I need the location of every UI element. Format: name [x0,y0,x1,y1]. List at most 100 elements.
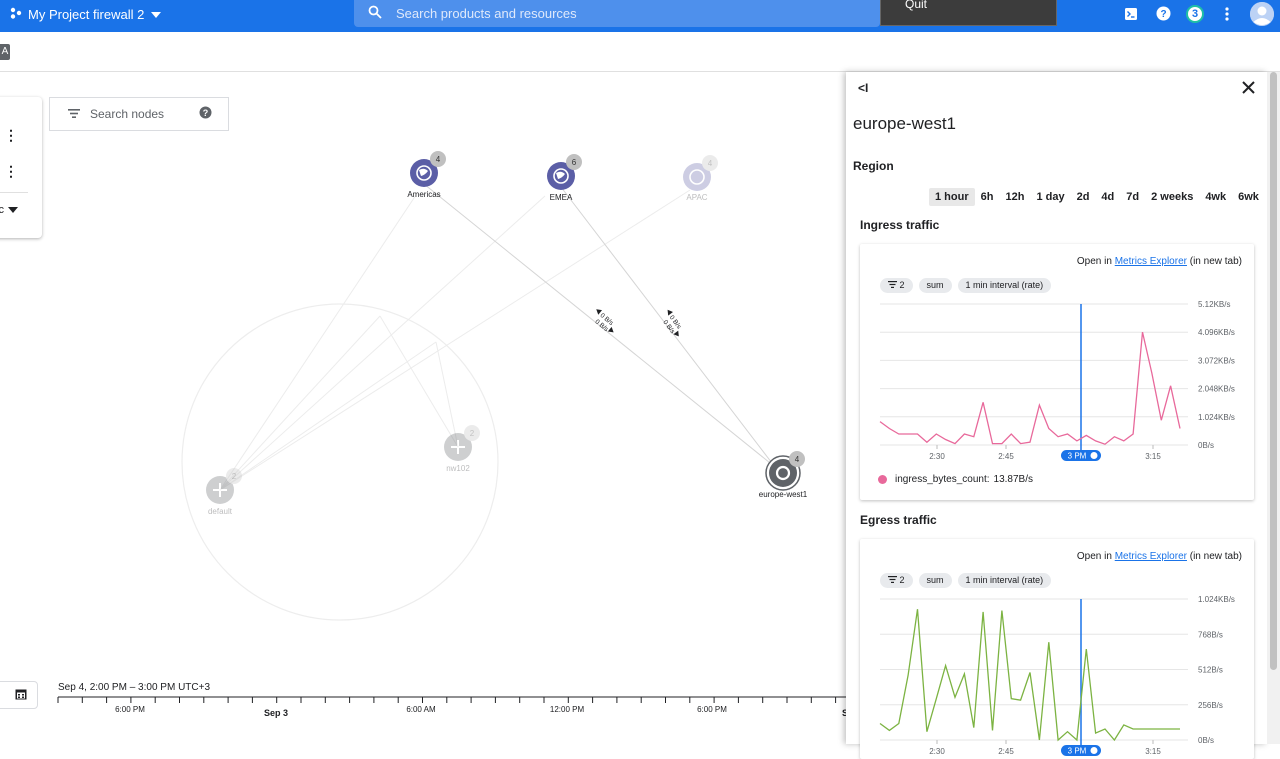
filter-count-chip[interactable]: 2 [880,573,913,588]
ingress-chart[interactable]: 5.12KB/s 4.096KB/s 3.072KB/s 2.048KB/s 1.024… [860,294,1254,464]
egress-chart-card: Open in Metrics Explorer (in new tab) 2 … [860,539,1254,759]
time-option-6wk[interactable]: 6wk [1232,188,1265,206]
chart-legend: ingress_bytes_count: 13.87B/s [878,474,1033,485]
project-name: My Project firewall 2 [28,6,145,22]
node-americas[interactable]: 4 Americas [407,151,446,199]
timeline-tick-label: 6:00 PM [697,705,727,714]
chart-filter-chips: 2 sum 1 min interval (rate) [880,278,1052,293]
node-count: 4 [436,155,441,164]
open-in-metrics-explorer: Open in Metrics Explorer (in new tab) [1077,256,1242,267]
egress-traffic-title: Egress traffic [860,513,937,527]
open-in-metrics-explorer: Open in Metrics Explorer (in new tab) [1077,551,1242,562]
y-tick-label: 4.096KB/s [1198,328,1235,337]
help-icon[interactable]: ? [1154,5,1172,23]
x-tick-label: 2:30 [929,747,945,756]
timeline-tick-label: 6:00 AM [406,705,436,714]
node-label: EMEA [550,193,573,202]
x-tick-label: 3:15 [1145,452,1161,461]
open-in-suffix: (in new tab) [1189,256,1242,267]
search-icon [368,5,382,22]
graph-edge [379,315,459,448]
ingress-chart-card: Open in Metrics Explorer (in new tab) 2 … [860,244,1254,500]
x-tick-label: 3 PM [1068,747,1087,756]
interval-chip[interactable]: 1 min interval (rate) [957,278,1052,293]
x-tick-label: 2:30 [929,452,945,461]
y-tick-label: 0B/s [1198,441,1214,450]
filter-count-value: 2 [899,280,905,290]
node-label: default [208,507,233,516]
aggregation-chip[interactable]: sum [918,278,952,293]
node-default[interactable]: 2 default [206,468,242,516]
y-tick-label: 768B/s [1198,630,1223,639]
node-count: 4 [708,159,713,168]
timeline-scrubber[interactable]: 6:00 PM Sep 3 6:00 AM 12:00 PM 6:00 PM S [0,676,846,744]
time-option-2-weeks[interactable]: 2 weeks [1145,188,1199,206]
svg-text:?: ? [1160,9,1166,20]
graph-edge [435,341,459,448]
clear-cursor-icon [1090,747,1098,754]
filter-count-value: 2 [899,575,905,585]
cloud-shell-icon[interactable] [1122,5,1140,23]
panel-subtitle: Region [853,159,894,173]
timeline-tick-label: 6:00 PM [115,705,145,714]
x-tick-label: 2:45 [998,452,1014,461]
y-tick-label: 1.024KB/s [1198,595,1235,604]
vpc-boundary [181,303,499,621]
y-tick-label: 1.024KB/s [1198,413,1235,422]
edge-label-group: 0 B/s 0 B/s [594,309,615,334]
sub-header [0,32,1280,72]
node-label: Americas [407,190,440,199]
node-apac[interactable]: 4 APAC [683,155,718,202]
y-tick-label: 5.12KB/s [1198,300,1230,309]
x-tick-label: 2:45 [998,747,1014,756]
filter-icon [888,281,897,288]
clear-cursor-icon [1090,452,1098,459]
graph-edge [219,341,437,491]
series-line [879,609,1180,742]
filter-count-chip[interactable]: 2 [880,278,913,293]
project-icon [10,7,22,22]
time-option-7d[interactable]: 7d [1120,188,1145,206]
egress-chart[interactable]: 1.024KB/s768B/s512B/s256B/s0B/s2:30 2:45 3… [860,589,1254,759]
search-bar[interactable]: Search products and resources [354,0,880,27]
collapse-panel-icon[interactable]: <I [858,81,868,95]
graph-edge [219,191,419,491]
legend-series-value: 13.87B/s [993,474,1033,485]
close-icon[interactable] [1242,78,1255,99]
notification-badge[interactable]: 3 [1186,4,1204,23]
open-in-prefix: Open in [1076,256,1112,267]
project-selector[interactable]: My Project firewall 2 [10,0,162,28]
panel-scrollbar-thumb[interactable] [1270,72,1277,670]
time-option-4wk[interactable]: 4wk [1199,188,1232,206]
interval-chip[interactable]: 1 min interval (rate) [957,573,1052,588]
timeline-tick-label: Sep 3 [264,708,288,718]
region-detail-panel: <I europe-west1 Region 1 hour 6h 12h 1 d… [846,72,1267,759]
node-label: nw102 [446,464,470,473]
time-option-12h[interactable]: 12h [999,188,1030,206]
metrics-explorer-link[interactable]: Metrics Explorer [1115,551,1187,562]
node-europe-west1[interactable]: 4 europe-west1 [759,451,808,499]
timeline-tick-label: 12:00 PM [550,705,585,714]
node-count: 2 [470,429,475,438]
timeline-ticks [57,697,837,703]
node-label: europe-west1 [759,490,808,499]
time-option-2d[interactable]: 2d [1071,188,1096,206]
node-emea[interactable]: 6 EMEA [547,154,582,202]
search-placeholder: Search products and resources [396,6,577,21]
panel-title: europe-west1 [853,114,957,133]
topology-graph: 0 B/s 0 B/s 0 B/s 0 B/s 4 Americas 6 EME… [181,151,808,621]
ingress-traffic-title: Ingress traffic [860,218,940,232]
time-option-6h[interactable]: 6h [975,188,1000,206]
node-count: 6 [572,158,577,167]
avatar[interactable] [1250,1,1274,26]
metrics-explorer-link[interactable]: Metrics Explorer [1115,256,1187,267]
more-vert-icon[interactable] [1218,5,1236,23]
time-option-1-hour[interactable]: 1 hour [929,188,975,206]
time-range-selector: 1 hour 6h 12h 1 day 2d 4d 7d 2 weeks 4wk… [929,188,1265,206]
node-count: 2 [232,472,237,481]
graph-edge [219,195,546,491]
aggregation-chip[interactable]: sum [918,573,952,588]
time-option-4d[interactable]: 4d [1095,188,1120,206]
time-option-1-day[interactable]: 1 day [1030,188,1070,206]
chevron-down-icon [150,7,162,22]
